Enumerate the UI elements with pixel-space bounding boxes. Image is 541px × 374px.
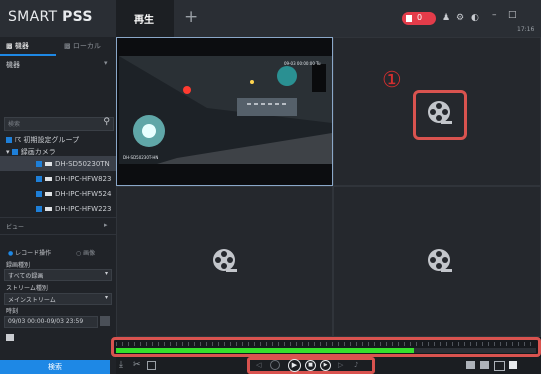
tree-camera[interactable]: DH-IPC-HFW223 [36,205,111,213]
user-icon[interactable]: ♟ [442,13,450,23]
camera-icon [45,162,52,166]
search-button[interactable]: 検索 [0,360,110,374]
stream-type-select[interactable]: メインストリーム ▾ [4,293,112,305]
maximize-icon[interactable]: □ [508,10,517,20]
video-type-select[interactable]: すべての録画 ▾ [4,269,112,281]
picture-type-radio[interactable]: ○ 画像 [76,248,95,257]
checkbox-icon[interactable] [11,149,18,155]
tree-group[interactable]: ☈ 初期設定グループ [6,135,79,145]
volume-icon[interactable]: ♪ [354,361,358,369]
snapshot-icon[interactable] [147,361,156,370]
speedometer-icon[interactable]: ◐ [471,13,479,23]
app-logo: SMART PSS [8,9,93,25]
timeline-ticks [116,342,536,346]
clock: 17:16 [517,26,535,33]
prev-frame-icon[interactable]: ◁ [256,361,261,369]
timeline-track[interactable] [116,348,536,353]
video-type-label: 録画種別 [6,262,31,269]
video-window-2[interactable]: ① [333,37,541,186]
video-window-4[interactable] [333,186,541,337]
stop-button[interactable]: ■ [305,360,316,371]
playback-controls: ◁ ▶ ■ ▶ ▷ ♪ [247,357,375,374]
time-range-field[interactable]: 09/03 00:00-09/03 23:59 [4,316,98,328]
recording-bar [116,348,415,353]
stream-type-label: ストリーム種別 [6,285,48,292]
calendar-icon[interactable] [100,316,110,326]
chevron-down-icon: ▾ [104,270,108,277]
tab-playback[interactable]: 再生 [116,0,174,37]
fullscreen-icon[interactable] [509,361,517,369]
video-window-1[interactable]: 09-03 00:00:00 Tu DH-SD50230T-HN [116,37,333,186]
video-window-3[interactable] [116,186,333,337]
divider [0,234,116,235]
video-timestamp-overlay: 09-03 00:00:00 Tu [284,61,321,66]
add-tab-button[interactable]: + [184,7,198,27]
divider [0,217,116,218]
active-tab-indicator [0,54,56,56]
checkbox-icon[interactable] [36,191,42,197]
video-frame: 09-03 00:00:00 Tu DH-SD50230T-HN [117,38,332,185]
camera-icon [45,177,52,181]
film-reel-icon [213,249,237,272]
fast-forward-icon[interactable]: ▷ [338,361,343,369]
speaker-icon [406,15,412,22]
minimize-icon[interactable]: – [492,10,497,20]
film-reel-icon [428,249,452,272]
timeline[interactable] [111,337,541,357]
view-label: ビュー [6,224,25,231]
chevron-down-icon: ▾ [104,294,108,301]
cut-icon[interactable]: ✂ [133,360,141,370]
gear-icon[interactable]: ⚙ [456,13,464,23]
camera-icon [45,207,52,211]
radio-unchecked-icon[interactable]: ○ [76,250,81,257]
layout-grid-icon[interactable] [466,361,475,369]
chevron-down-icon[interactable]: ▾ [6,148,10,156]
slow-icon[interactable] [270,360,280,370]
checkbox-icon[interactable] [36,161,42,167]
record-type-radio[interactable]: ● レコード操作 [8,248,51,257]
film-reel-icon [428,101,452,124]
annotation-number: ① [382,68,402,93]
checkbox-icon[interactable] [36,176,42,182]
title-bar: SMART PSS 再生 + 0 ♟ ⚙ ◐ – □ 17:16 [0,0,541,37]
radio-checked-icon[interactable]: ● [8,250,13,257]
chevron-right-icon[interactable]: ▸ [104,221,108,229]
playback-grid: 09-03 00:00:00 Tu DH-SD50230T-HN ① [116,37,541,337]
sidebar: ▩ 機器 ▩ ローカル 機器 ▾ 検索 ⚲ ☈ 初期設定グループ ▾ 録画カメラ… [0,37,116,374]
tree-camera[interactable]: DH-IPC-HFW524 [36,190,111,198]
layout-4-icon[interactable] [480,361,489,369]
tree-camera[interactable]: DH-SD50230TN [36,160,110,168]
download-icon[interactable]: ⤓ [119,360,123,370]
window-icon[interactable] [6,334,14,341]
alarm-badge[interactable]: 0 [402,12,436,25]
play-button[interactable]: ▶ [288,359,301,372]
layout-16-icon[interactable] [494,361,505,371]
checkbox-icon[interactable] [36,206,42,212]
tab-local[interactable]: ▩ ローカル [64,41,101,57]
video-camera-overlay: DH-SD50230T-HN [123,155,158,160]
group-icon: ☈ [15,136,22,144]
search-input[interactable]: 検索 ⚲ [4,117,114,131]
chevron-down-icon[interactable]: ▾ [104,59,108,67]
camera-icon [45,192,52,196]
tree-camera[interactable]: DH-IPC-HFW823 [36,175,111,183]
checkbox-icon[interactable] [6,137,12,143]
time-label: 時刻 [6,308,19,315]
search-icon[interactable]: ⚲ [103,117,110,127]
device-filter-select[interactable]: 機器 [6,60,20,70]
next-frame-button[interactable]: ▶ [320,360,331,371]
